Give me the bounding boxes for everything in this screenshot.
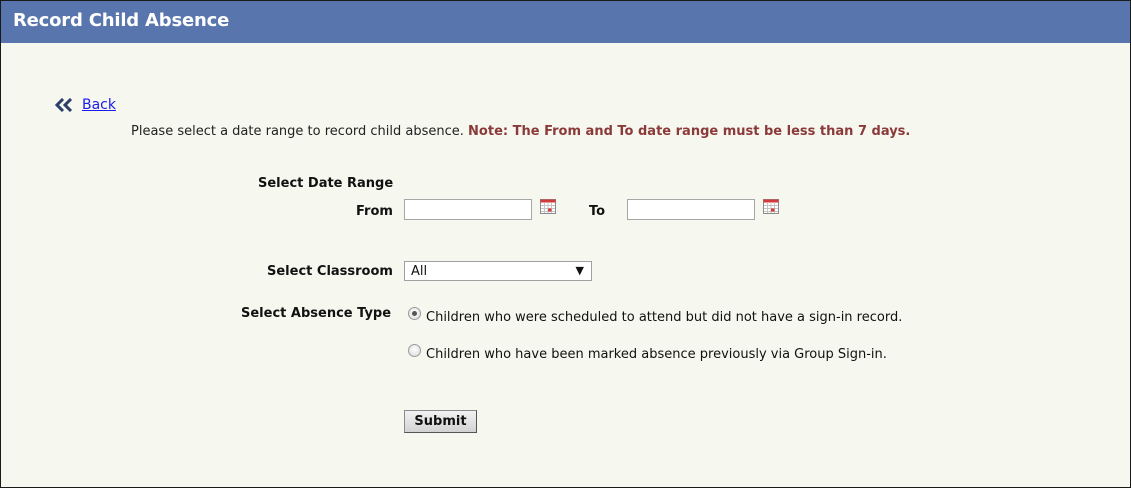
from-label: From bbox=[356, 204, 393, 219]
page-title: Record Child Absence bbox=[13, 10, 230, 31]
instructions-text: Please select a date range to record chi… bbox=[131, 124, 464, 139]
back-link[interactable]: Back bbox=[82, 97, 116, 113]
from-calendar-icon[interactable] bbox=[540, 199, 556, 214]
absence-type-option-scheduled[interactable]: Children who were scheduled to attend bu… bbox=[426, 310, 902, 325]
to-calendar-icon[interactable] bbox=[763, 199, 779, 214]
instructions: Please select a date range to record chi… bbox=[131, 124, 910, 139]
classroom-selected-value: All bbox=[411, 264, 428, 279]
classroom-label: Select Classroom bbox=[267, 264, 393, 279]
from-date-input[interactable] bbox=[404, 199, 532, 220]
double-chevron-left-icon[interactable] bbox=[55, 98, 77, 112]
absence-type-radio-scheduled[interactable] bbox=[408, 307, 421, 320]
dropdown-arrow-icon[interactable]: ▼ bbox=[576, 264, 584, 277]
back-nav[interactable]: Back bbox=[55, 97, 116, 113]
classroom-select[interactable]: All ▼ bbox=[404, 261, 592, 281]
date-range-note: Note: The From and To date range must be… bbox=[468, 124, 911, 139]
submit-button[interactable]: Submit bbox=[404, 410, 477, 433]
page-header: Record Child Absence bbox=[1, 1, 1130, 43]
absence-type-label: Select Absence Type bbox=[241, 306, 392, 321]
absence-type-option-group-signin[interactable]: Children who have been marked absence pr… bbox=[426, 347, 887, 362]
date-range-heading: Select Date Range bbox=[258, 176, 394, 191]
to-date-input[interactable] bbox=[627, 199, 755, 220]
absence-type-radio-group-signin[interactable] bbox=[408, 344, 421, 357]
record-child-absence-panel: Record Child Absence Back Please select … bbox=[0, 0, 1131, 488]
to-label: To bbox=[589, 204, 606, 219]
